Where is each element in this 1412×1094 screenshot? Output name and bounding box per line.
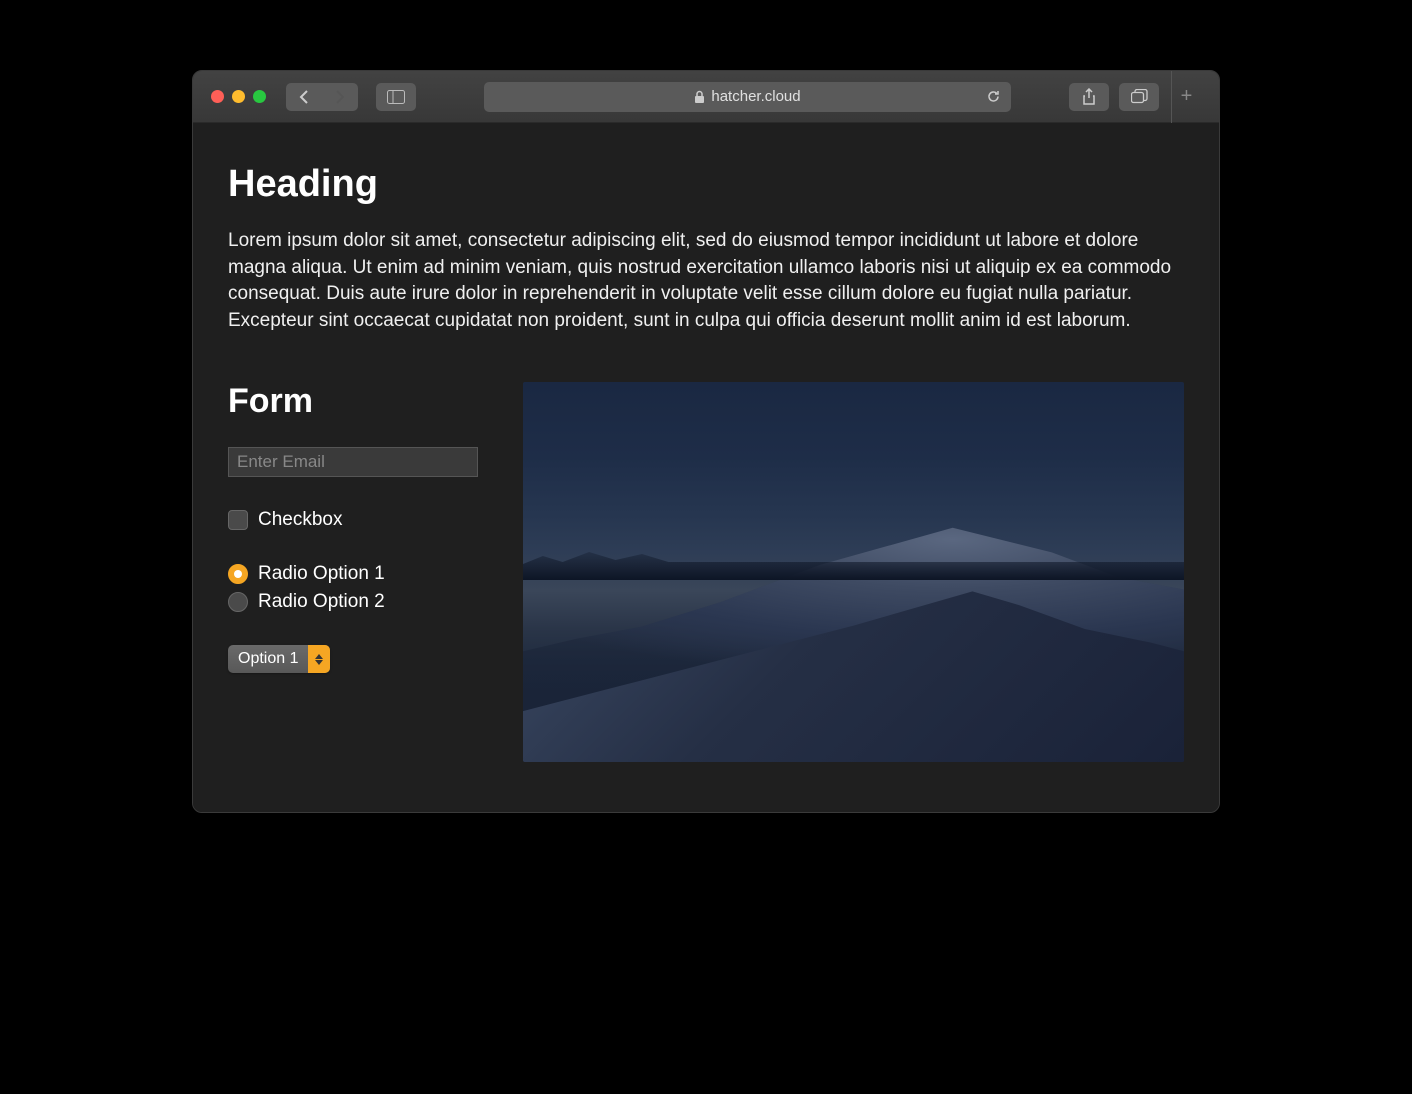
browser-titlebar: hatcher.cloud + [193,71,1219,123]
page-heading: Heading [228,163,1184,206]
radio-input-2[interactable] [228,592,248,612]
hero-image [523,382,1184,762]
address-bar[interactable]: hatcher.cloud [484,82,1011,112]
share-button[interactable] [1069,83,1109,111]
share-icon [1082,88,1096,105]
lock-icon [694,90,705,104]
sidebar-icon [387,90,405,104]
tabs-button[interactable] [1119,83,1159,111]
minimize-window-button[interactable] [232,90,245,103]
radio-group: Radio Option 1 Radio Option 2 [228,563,493,613]
select-dropdown[interactable]: Option 1 [228,645,330,673]
navigation-buttons [286,83,358,111]
fullscreen-window-button[interactable] [253,90,266,103]
tabs-icon [1131,89,1148,104]
email-field[interactable] [228,447,478,477]
chevron-left-icon [299,90,309,104]
radio-row-1: Radio Option 1 [228,563,493,585]
toolbar-right: + [1069,71,1201,123]
chevron-right-icon [335,90,345,104]
lower-section: Form Checkbox Radio Option 1 Radi [228,382,1184,762]
checkbox-input[interactable] [228,510,248,530]
url-text: hatcher.cloud [711,88,800,105]
select-arrows-icon [308,645,330,673]
reload-icon [986,89,1001,104]
reload-button[interactable] [986,89,1001,104]
forward-button[interactable] [322,83,358,111]
radio-row-2: Radio Option 2 [228,591,493,613]
window-controls [211,90,266,103]
browser-window: hatcher.cloud + Hea [192,70,1220,813]
plus-icon: + [1181,85,1193,108]
image-column [523,382,1184,762]
close-window-button[interactable] [211,90,224,103]
back-button[interactable] [286,83,322,111]
sidebar-toggle-button[interactable] [376,83,416,111]
form-column: Form Checkbox Radio Option 1 Radi [228,382,493,762]
checkbox-row: Checkbox [228,509,493,531]
select-value: Option 1 [228,650,308,668]
checkbox-label: Checkbox [258,509,343,531]
page-paragraph: Lorem ipsum dolor sit amet, consectetur … [228,228,1184,334]
page-content: Heading Lorem ipsum dolor sit amet, cons… [193,123,1219,812]
new-tab-button[interactable]: + [1171,71,1201,123]
form-heading: Form [228,382,493,421]
radio-label-2: Radio Option 2 [258,591,385,613]
radio-input-1[interactable] [228,564,248,584]
radio-label-1: Radio Option 1 [258,563,385,585]
